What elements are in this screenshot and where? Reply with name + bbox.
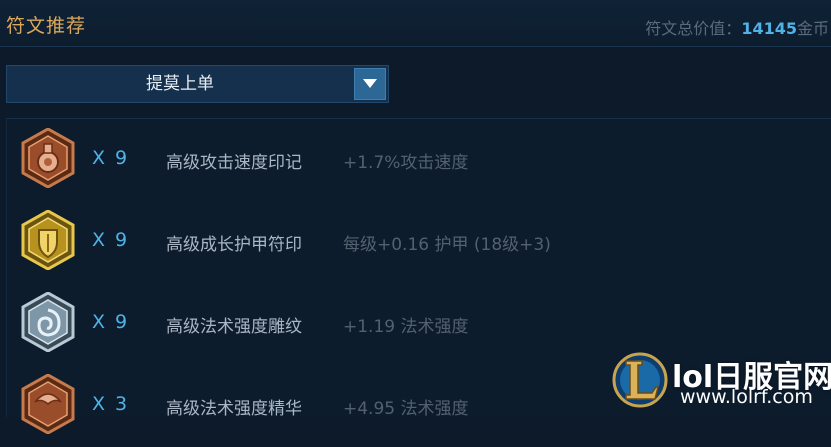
rune-row[interactable]: X 9 高级成长护甲符印 每级+0.16 护甲 (18级+3) — [7, 201, 831, 283]
total-value: 符文总价值：14145金币 — [645, 15, 829, 39]
attack-speed-mark-icon — [21, 128, 75, 188]
rune-stat: +1.19 法术强度 — [343, 317, 469, 337]
lol-logo-icon — [612, 352, 668, 408]
rune-name: 高级法术强度精华 — [166, 399, 302, 419]
rune-page-selected[interactable]: 提莫上单 — [7, 66, 353, 102]
triangle-down-icon — [363, 79, 377, 88]
total-value-number: 14145 — [741, 19, 797, 38]
rune-stat: 每级+0.16 护甲 (18级+3) — [343, 235, 551, 255]
section-title: 符文推荐 — [6, 15, 87, 37]
total-value-unit: 金币 — [796, 19, 829, 38]
rune-name: 高级法术强度雕纹 — [166, 317, 302, 337]
rune-name: 高级攻击速度印记 — [166, 153, 302, 173]
header-bar: 符文推荐 符文总价值：14145金币 — [0, 0, 831, 47]
watermark-url: www.lolrf.com — [680, 386, 813, 408]
rune-count: X 9 — [92, 311, 130, 333]
rune-count: X 9 — [92, 147, 130, 169]
ability-power-glyph-icon — [21, 292, 75, 352]
rune-name: 高级成长护甲符印 — [166, 235, 302, 255]
dropdown-toggle-button[interactable] — [354, 68, 386, 100]
rune-count: X 9 — [92, 229, 130, 251]
armor-seal-icon — [21, 210, 75, 270]
total-value-label: 符文总价值： — [645, 19, 742, 38]
rune-page-select[interactable]: 提莫上单 — [6, 65, 389, 103]
site-watermark: lol日服官网 www.lolrf.com — [612, 350, 831, 416]
rune-stat: +4.95 法术强度 — [343, 399, 469, 419]
ability-power-quintessence-icon — [21, 374, 75, 434]
rune-stat: +1.7%攻击速度 — [343, 153, 469, 173]
rune-row[interactable]: X 9 高级攻击速度印记 +1.7%攻击速度 — [7, 119, 831, 201]
rune-count: X 3 — [92, 393, 130, 415]
